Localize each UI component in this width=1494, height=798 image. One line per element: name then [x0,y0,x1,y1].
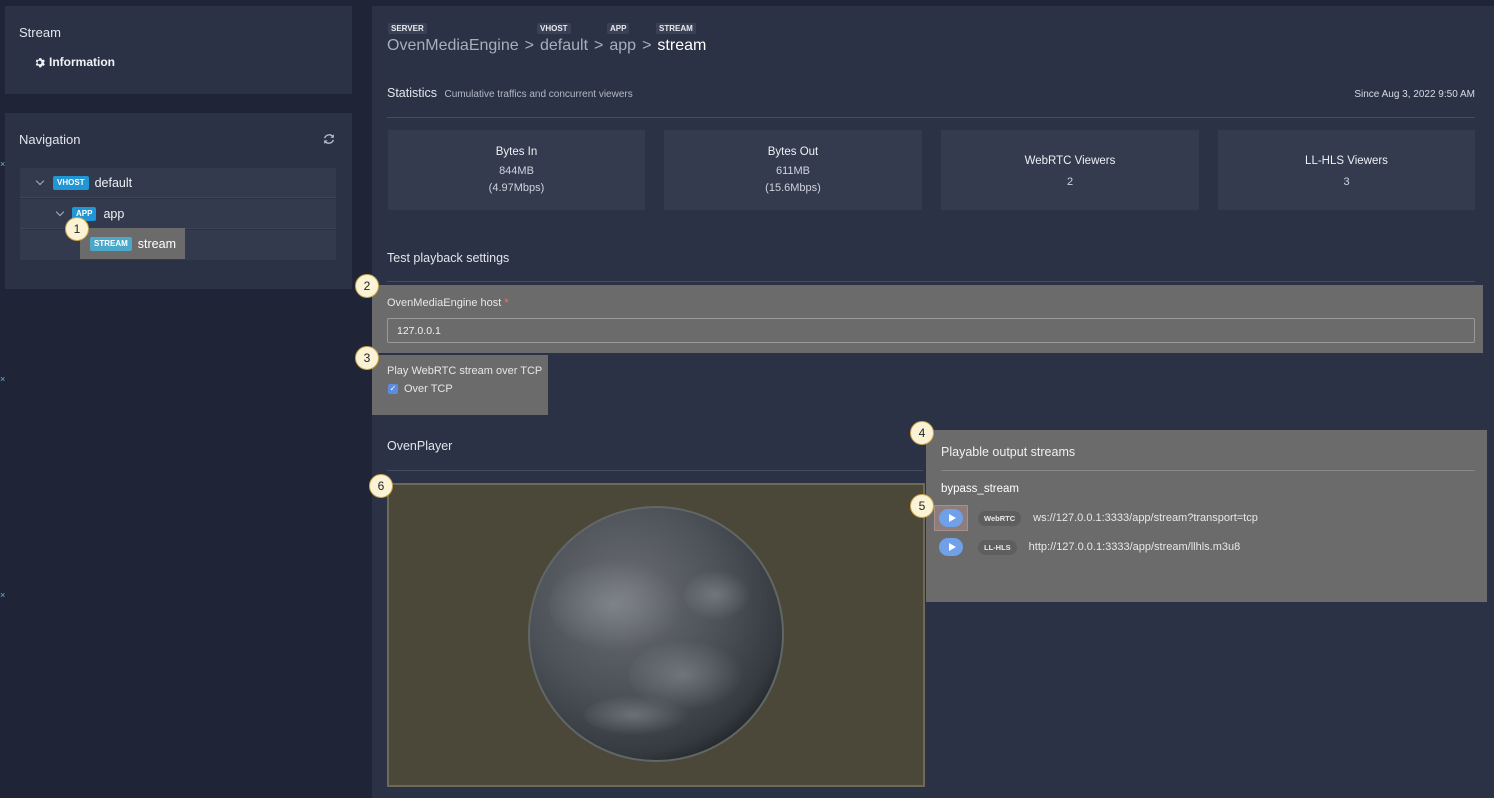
host-label-text: OvenMediaEngine host [387,297,502,309]
tree-item-stream[interactable]: STREAM stream [80,228,185,259]
navigation-title: Navigation [19,132,81,147]
playback-settings-title: Test playback settings [387,251,510,265]
output-stream-name: bypass_stream [941,483,1019,495]
annotation-marker: 6 [369,474,393,498]
edge-marker: × [0,159,6,169]
stream-card: Stream Information [5,6,352,94]
breadcrumb-label-stream: STREAM [656,23,696,34]
protocol-badge: LL-HLS [978,539,1017,555]
stat-value: 844MB [499,165,534,177]
edge-marker: × [0,590,6,600]
host-field-group: OvenMediaEngine host * [372,285,1483,353]
breadcrumb-vhost[interactable]: default [540,37,588,54]
stat-card-bytes-in: Bytes In 844MB (4.97Mbps) [388,130,645,210]
gear-icon [35,57,45,67]
edge-marker: × [0,374,6,384]
breadcrumb-app[interactable]: app [609,37,636,54]
annotation-marker: 5 [910,494,934,518]
stat-card-bytes-out: Bytes Out 611MB (15.6Mbps) [664,130,922,210]
required-mark: * [504,297,509,309]
playable-streams-title: Playable output streams [941,445,1076,459]
stream-url: ws://127.0.0.1:3333/app/stream?transport… [1033,512,1258,524]
statistics-title: Statistics [387,86,438,100]
vhost-name: default [94,175,133,190]
tcp-field-group: Play WebRTC stream over TCP ✓ Over TCP [372,355,548,415]
navigation-card: Navigation VHOST default APP app [5,113,352,289]
stat-label: WebRTC Viewers [1024,155,1116,167]
annotation-marker: 3 [355,346,379,370]
tcp-label: Play WebRTC stream over TCP [387,365,543,377]
host-label: OvenMediaEngine host * [387,297,509,309]
ovenplayer-title: OvenPlayer [387,439,453,453]
stat-label: Bytes In [495,146,538,158]
main-panel: SERVER VHOST APP STREAM OvenMediaEngine >… [372,6,1494,798]
play-button-llhls[interactable] [934,534,968,560]
breadcrumb-separator: > [642,37,652,54]
stat-rate: (4.97Mbps) [488,182,545,194]
stat-card-webrtc-viewers: WebRTC Viewers 2 [941,130,1199,210]
breadcrumb-label-server: SERVER [388,23,427,34]
refresh-icon[interactable] [322,132,336,146]
statistics-since: Since Aug 3, 2022 9:50 AM [1354,89,1475,100]
annotation-marker: 1 [65,217,89,241]
tree-item-vhost[interactable]: VHOST default [20,168,336,198]
statistics-subtitle: Cumulative traffics and concurrent viewe… [444,89,633,100]
playable-streams-panel: Playable output streams bypass_stream We… [926,430,1487,602]
stream-url: http://127.0.0.1:3333/app/stream/llhls.m… [1028,541,1241,553]
breadcrumb-label-app: APP [607,23,630,34]
over-tcp-checkbox[interactable]: ✓ Over TCP [388,383,453,395]
stat-value: 611MB [775,165,811,177]
stream-card-title: Stream [19,25,61,40]
divider [387,281,1475,282]
output-row-llhls: LL-HLS http://127.0.0.1:3333/app/stream/… [934,534,1240,560]
app-name: app [103,206,125,221]
host-input[interactable] [387,318,1475,343]
annotation-marker: 4 [910,421,934,445]
chevron-down-icon[interactable] [55,207,65,217]
vhost-badge: VHOST [53,175,89,190]
play-icon[interactable] [939,509,963,527]
breadcrumb-server[interactable]: OvenMediaEngine [387,37,519,54]
chevron-down-icon[interactable] [35,176,45,186]
play-button-webrtc[interactable] [934,505,968,531]
video-player[interactable] [387,483,925,787]
output-row-webrtc: WebRTC ws://127.0.0.1:3333/app/stream?tr… [934,505,1258,531]
protocol-badge: WebRTC [978,510,1022,526]
information-link[interactable]: Information [34,55,115,69]
divider [387,117,1475,118]
annotation-marker: 2 [355,274,379,298]
stat-label: LL-HLS Viewers [1305,155,1388,167]
over-tcp-label: Over TCP [404,383,453,395]
checkmark-icon[interactable]: ✓ [388,384,398,394]
stream-badge: STREAM [90,236,132,251]
information-label: Information [49,55,115,69]
play-icon[interactable] [939,538,963,556]
breadcrumb: OvenMediaEngine > default > app > stream [387,37,706,55]
stat-value: 2 [1066,176,1074,188]
breadcrumb-label-vhost: VHOST [537,23,571,34]
stream-name: stream [137,236,176,251]
stat-card-llhls-viewers: LL-HLS Viewers 3 [1218,130,1475,210]
breadcrumb-separator: > [594,37,604,54]
breadcrumb-stream: stream [657,37,707,54]
divider [941,470,1475,471]
stat-rate: (15.6Mbps) [765,182,821,194]
stat-label: Bytes Out [767,146,819,158]
breadcrumb-separator: > [524,37,534,54]
statistics-heading: Statistics Cumulative traffics and concu… [387,86,633,100]
earth-video-frame [528,506,784,762]
divider [387,470,923,471]
stat-value: 3 [1343,176,1350,188]
